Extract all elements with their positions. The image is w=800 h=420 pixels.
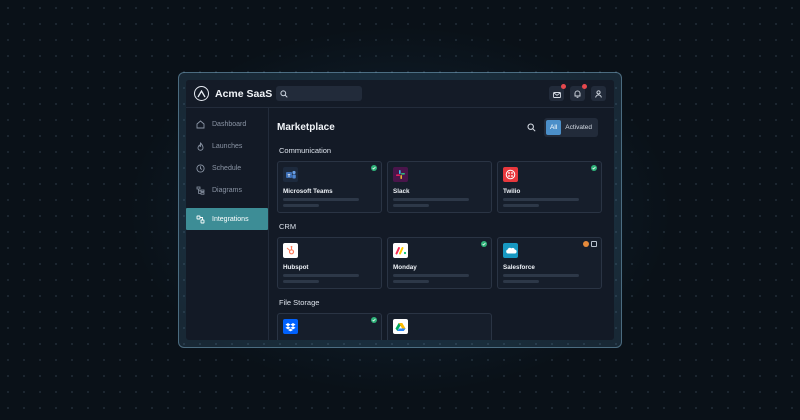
app-frame: Acme SaaS Dashboard Launches Schedule Di… bbox=[178, 72, 622, 348]
card-name: Microsoft Teams bbox=[283, 188, 333, 195]
app-name: Acme SaaS bbox=[215, 87, 273, 100]
flame-icon bbox=[196, 141, 207, 151]
activated-check-icon bbox=[371, 317, 377, 323]
filter-activated-button[interactable]: Activated bbox=[561, 120, 596, 135]
search-icon bbox=[280, 85, 288, 103]
description-placeholder bbox=[393, 274, 469, 277]
clock-icon bbox=[196, 163, 207, 173]
description-placeholder bbox=[503, 198, 579, 201]
description-placeholder bbox=[283, 204, 319, 207]
card-name: Slack bbox=[393, 188, 410, 195]
error-icon bbox=[583, 241, 589, 247]
tree-icon bbox=[196, 186, 207, 195]
sidebar-item-diagrams[interactable]: Diagrams bbox=[186, 179, 268, 201]
description-placeholder bbox=[503, 204, 539, 207]
description-placeholder bbox=[393, 280, 429, 283]
sidebar-item-label: Launches bbox=[212, 142, 243, 150]
status-badges bbox=[583, 241, 597, 247]
google-drive-icon bbox=[393, 319, 408, 334]
notifications-button[interactable] bbox=[570, 84, 587, 103]
integration-card-microsoft-teams[interactable]: T Microsoft Teams bbox=[277, 161, 382, 213]
integration-card-slack[interactable]: Slack bbox=[387, 161, 492, 213]
integration-card-dropbox[interactable] bbox=[277, 313, 382, 340]
card-grid-communication: T Microsoft Teams Slack Twilio bbox=[277, 161, 606, 213]
description-placeholder bbox=[393, 204, 429, 207]
bell-icon bbox=[574, 85, 581, 103]
integration-card-monday[interactable]: Monday bbox=[387, 237, 492, 289]
description-placeholder bbox=[283, 274, 359, 277]
slack-icon bbox=[393, 167, 408, 182]
user-icon bbox=[595, 85, 602, 103]
filter-toggle: All Activated bbox=[544, 117, 598, 137]
main-header: Marketplace All Activated bbox=[277, 108, 606, 146]
marketplace-search-button[interactable] bbox=[527, 123, 536, 132]
sidebar-item-label: Diagrams bbox=[212, 186, 242, 194]
integration-card-salesforce[interactable]: Salesforce bbox=[497, 237, 602, 289]
filter-all-button[interactable]: All bbox=[546, 119, 562, 135]
sidebar-item-schedule[interactable]: Schedule bbox=[186, 157, 268, 179]
sidebar-item-label: Schedule bbox=[212, 164, 242, 172]
search-input[interactable] bbox=[292, 89, 362, 98]
integration-card-hubspot[interactable]: Hubspot bbox=[277, 237, 382, 289]
section-title-crm: CRM bbox=[279, 222, 297, 231]
global-search[interactable] bbox=[276, 86, 362, 101]
top-actions bbox=[549, 84, 606, 103]
dropbox-icon bbox=[283, 319, 298, 334]
integrations-icon bbox=[196, 215, 207, 224]
acme-logo-icon bbox=[194, 86, 209, 101]
sidebar-item-launches[interactable]: Launches bbox=[186, 135, 268, 157]
svg-text:T: T bbox=[287, 172, 290, 177]
activated-check-icon bbox=[371, 165, 377, 171]
description-placeholder bbox=[503, 280, 539, 283]
mail-icon bbox=[552, 85, 561, 103]
card-name: Salesforce bbox=[503, 264, 535, 271]
card-grid-crm: Hubspot Monday Salesforce bbox=[277, 237, 606, 289]
page-title: Marketplace bbox=[277, 121, 335, 133]
description-placeholder bbox=[503, 274, 579, 277]
description-placeholder bbox=[393, 198, 469, 201]
sidebar: Dashboard Launches Schedule Diagrams Int… bbox=[186, 108, 269, 340]
card-grid-file-storage bbox=[277, 313, 606, 340]
sidebar-item-label: Dashboard bbox=[212, 120, 247, 128]
section-title-communication: Communication bbox=[279, 146, 332, 155]
app-body: Dashboard Launches Schedule Diagrams Int… bbox=[186, 108, 614, 340]
integration-card-google-drive[interactable] bbox=[387, 313, 492, 340]
card-name: Twilio bbox=[503, 188, 521, 195]
activated-check-icon bbox=[481, 241, 487, 247]
teams-icon: T bbox=[283, 167, 298, 182]
sidebar-item-dashboard[interactable]: Dashboard bbox=[186, 113, 268, 135]
messages-button[interactable] bbox=[549, 84, 566, 103]
top-bar: Acme SaaS bbox=[186, 80, 614, 108]
card-name: Monday bbox=[393, 264, 417, 271]
description-placeholder bbox=[283, 280, 319, 283]
monday-icon bbox=[393, 243, 408, 258]
activated-check-icon bbox=[591, 165, 597, 171]
description-placeholder bbox=[283, 198, 359, 201]
messages-notification-dot bbox=[561, 84, 566, 89]
salesforce-icon bbox=[503, 243, 518, 258]
hubspot-icon bbox=[283, 243, 298, 258]
twilio-icon bbox=[503, 167, 518, 182]
comment-icon[interactable] bbox=[591, 241, 597, 247]
home-icon bbox=[196, 119, 207, 129]
search-icon bbox=[527, 123, 536, 132]
card-name: Hubspot bbox=[283, 264, 309, 271]
main-content: Marketplace All Activated Communication … bbox=[269, 108, 614, 340]
notifications-notification-dot bbox=[582, 84, 587, 89]
section-title-file-storage: File Storage bbox=[279, 298, 320, 307]
sidebar-item-label: Integrations bbox=[212, 215, 249, 223]
brand[interactable]: Acme SaaS bbox=[194, 86, 276, 101]
app-window: Acme SaaS Dashboard Launches Schedule Di… bbox=[186, 80, 614, 340]
profile-button[interactable] bbox=[591, 86, 606, 101]
integration-card-twilio[interactable]: Twilio bbox=[497, 161, 602, 213]
sidebar-item-integrations[interactable]: Integrations bbox=[186, 208, 268, 230]
